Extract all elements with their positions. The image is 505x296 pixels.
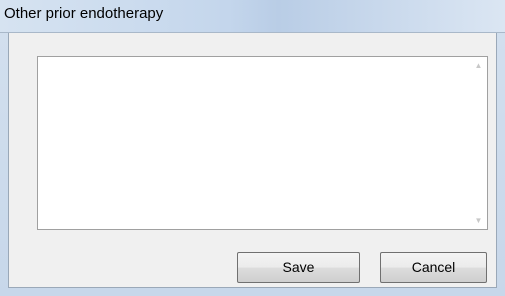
vertical-scrollbar[interactable]: ▲ ▼ (470, 57, 487, 229)
cancel-button[interactable]: Cancel (380, 252, 487, 283)
window-title: Other prior endotherapy (4, 5, 164, 22)
title-bar[interactable]: Other prior endotherapy (0, 0, 505, 33)
dialog-window: Other prior endotherapy ▲ ▼ Save Cancel (0, 0, 505, 296)
scroll-up-arrow-icon[interactable]: ▲ (470, 57, 487, 74)
save-button[interactable]: Save (237, 252, 360, 283)
scroll-down-arrow-icon[interactable]: ▼ (470, 212, 487, 229)
window-frame-bottom (0, 288, 505, 296)
endotherapy-text-field[interactable] (38, 57, 470, 229)
text-input-container: ▲ ▼ (37, 56, 488, 230)
window-frame-left (0, 33, 8, 296)
window-frame-right (497, 33, 505, 296)
